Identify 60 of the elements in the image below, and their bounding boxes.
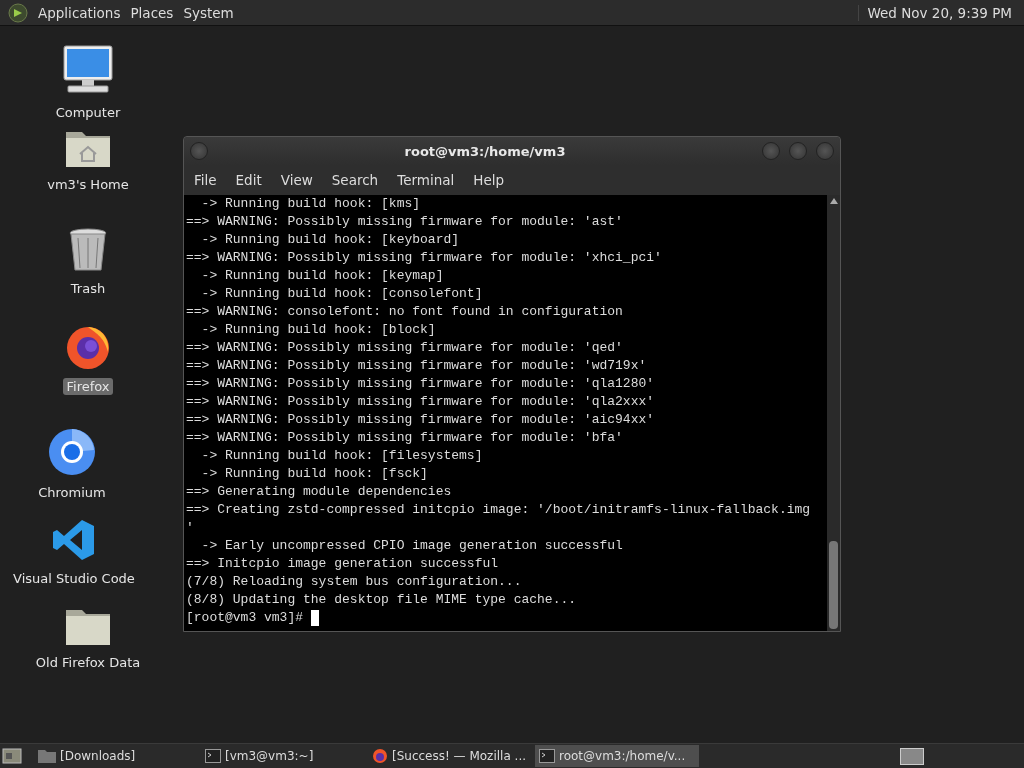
- terminal-line: -> Running build hook: [keymap]: [200, 267, 444, 285]
- terminal-line: ==> WARNING: Possibly missing firmware for module: 'bfa': [186, 429, 623, 447]
- scrollbar-thumb[interactable]: [829, 541, 838, 629]
- terminal-line: -> Early uncompressed CPIO image generation successful: [200, 537, 623, 555]
- menu-item[interactable]: Edit: [235, 172, 262, 188]
- terminal-line: (7/8) Reloading system bus configuration...: [186, 573, 522, 591]
- desktop-icon-label[interactable]: Firefox: [63, 378, 113, 395]
- menu-item[interactable]: Help: [473, 172, 505, 188]
- desktop-icon-label[interactable]: Computer: [52, 104, 124, 121]
- terminal-line: (8/8) Updating the desktop file MIME type cache...: [186, 591, 577, 609]
- terminal-icon: [205, 749, 221, 763]
- monitor-icon[interactable]: [62, 44, 114, 96]
- terminal-line: ==> WARNING: Possibly missing firmware for module: 'qed': [186, 339, 623, 357]
- terminal-line: ==> WARNING: Possibly missing firmware for module: 'xhci_pci': [186, 249, 662, 267]
- clock[interactable]: Wed Nov 20, 9:39 PM: [858, 4, 1018, 21]
- trash-icon[interactable]: [68, 228, 108, 272]
- desktop-icon-label[interactable]: Chromium: [35, 484, 109, 501]
- panel-menu[interactable]: Applications: [38, 4, 121, 21]
- terminal-line: -> Running build hook: [kms]: [200, 195, 421, 213]
- terminal-line: ==> WARNING: Possibly missing firmware for module: 'qla2xxx': [186, 393, 655, 411]
- terminal-line: ==> WARNING: consolefont: no font found in configuration: [186, 303, 623, 321]
- terminal-icon: [539, 749, 555, 763]
- folder-icon: [38, 749, 56, 763]
- desktop-icon-label[interactable]: Old Firefox Data: [32, 654, 144, 671]
- menu-item[interactable]: File: [194, 172, 217, 188]
- menu-item[interactable]: Search: [331, 172, 379, 188]
- terminal-line: -> Running build hook: [keyboard]: [200, 231, 460, 249]
- terminal-line: ==> WARNING: Possibly missing firmware for module: 'qla1280': [186, 375, 655, 393]
- distro-logo-icon[interactable]: [8, 2, 28, 23]
- terminal-line: -> Running build hook: [fsck]: [200, 465, 428, 483]
- terminal-line: ==> Creating zstd-compressed initcpio image: '/boot/initramfs-linux-fallback.img: [186, 501, 811, 519]
- terminal-line: -> Running build hook: [block]: [200, 321, 436, 339]
- terminal-line: ==> WARNING: Possibly missing firmware for module: 'aic94xx': [186, 411, 655, 429]
- taskbar-button[interactable]: root@vm3:/home/v...: [535, 745, 699, 767]
- browser-fox-icon: [372, 748, 388, 764]
- workspace-switcher[interactable]: [900, 747, 924, 765]
- desktop-icon-label[interactable]: Visual Studio Code: [10, 570, 138, 587]
- taskbar-button[interactable]: [Success! — Mozilla ...: [368, 745, 532, 767]
- desktop-icon-label[interactable]: Trash: [67, 280, 109, 297]
- terminal-line: -> Running build hook: [filesystems]: [200, 447, 483, 465]
- terminal-line: -> Running build hook: [consolefont]: [200, 285, 483, 303]
- panel-menu[interactable]: System: [183, 4, 234, 21]
- terminal-line: ': [186, 519, 194, 537]
- menu-item[interactable]: View: [280, 172, 313, 188]
- panel-menu[interactable]: Places: [130, 4, 174, 21]
- desktop-icon-label[interactable]: vm3's Home: [44, 176, 132, 193]
- chromium-icon[interactable]: [48, 428, 96, 476]
- code-editor-icon[interactable]: [52, 518, 96, 562]
- terminal-line: ==> WARNING: Possibly missing firmware for module: 'ast': [186, 213, 623, 231]
- menu-item[interactable]: Terminal: [397, 172, 455, 188]
- terminal-line: ==> Generating module dependencies: [186, 483, 452, 501]
- terminal-line: ==> Initcpio image generation successful: [186, 555, 499, 573]
- scrollbar[interactable]: [827, 195, 840, 631]
- taskbar-button[interactable]: [Downloads]: [34, 745, 198, 767]
- window-title: root@vm3:/home/vm3: [403, 143, 567, 159]
- text-cursor: [310, 610, 319, 626]
- taskbar-button[interactable]: [vm3@vm3:~]: [201, 745, 365, 767]
- show-desktop-icon[interactable]: [2, 747, 22, 765]
- shell-prompt: [root@vm3 vm3]#: [186, 609, 305, 627]
- terminal-line: ==> WARNING: Possibly missing firmware for module: 'wd719x': [186, 357, 647, 375]
